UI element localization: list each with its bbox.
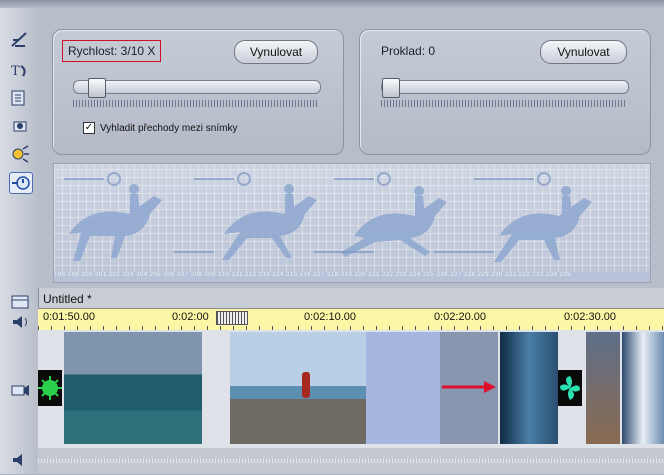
speed-icon[interactable] bbox=[9, 172, 33, 194]
video-track bbox=[38, 330, 664, 448]
ruler-label: 0:02:20.00 bbox=[434, 311, 486, 323]
smooth-transitions-checkbox[interactable]: ✓ Vyhladit přechody mezi snímky bbox=[83, 122, 237, 134]
speed-preview-illustration: 198 199 200 201 202 203 204 205 206 207 … bbox=[53, 163, 651, 283]
audio-track-icon bbox=[9, 450, 31, 470]
transition-clip[interactable] bbox=[38, 370, 62, 406]
frame-number-strip: 198 199 200 201 202 203 204 205 206 207 … bbox=[54, 272, 650, 282]
timeline-view-icon[interactable] bbox=[9, 292, 31, 312]
audio-waveform bbox=[38, 459, 664, 463]
video-tools-icon[interactable] bbox=[9, 30, 31, 50]
effects-icon[interactable] bbox=[9, 144, 31, 164]
speed-slider-ticks bbox=[73, 100, 319, 107]
ruler-label: 0:02:30.00 bbox=[564, 311, 616, 323]
top-strip bbox=[0, 0, 664, 8]
speed-settings-panel: Rychlost: 3/10 X Vynulovat ✓ Vyhladit př… bbox=[52, 29, 344, 155]
title-icon[interactable]: T bbox=[9, 60, 31, 80]
video-track-icon bbox=[9, 380, 31, 400]
ruler-label: 0:01:50.00 bbox=[43, 311, 95, 323]
capture-icon[interactable] bbox=[9, 116, 31, 136]
ruler-label: 0:02:00 bbox=[172, 311, 209, 323]
audio-track[interactable] bbox=[38, 448, 664, 474]
video-clip-train[interactable] bbox=[500, 332, 558, 444]
ruler-label: 0:02:10.00 bbox=[304, 311, 356, 323]
selected-clip-area[interactable] bbox=[366, 332, 440, 444]
speed-reset-button[interactable]: Vynulovat bbox=[234, 40, 318, 64]
time-ruler[interactable]: 0:01:50.00 0:02:00 0:02:10.00 0:02:20.00… bbox=[38, 308, 664, 332]
project-title: Untitled * bbox=[43, 292, 92, 306]
video-clip-rocks[interactable] bbox=[586, 332, 620, 444]
playhead-scrubber[interactable] bbox=[216, 311, 248, 325]
timeline-toolbar bbox=[0, 288, 39, 474]
menu-icon[interactable] bbox=[9, 88, 31, 108]
person-figure bbox=[302, 372, 310, 398]
svg-text:T: T bbox=[11, 64, 20, 79]
overlap-slider[interactable] bbox=[381, 78, 629, 98]
tool-sidebar: T bbox=[0, 8, 39, 288]
speed-slider-thumb[interactable] bbox=[88, 78, 106, 98]
video-clip-beach[interactable] bbox=[230, 332, 366, 444]
overlap-slider-thumb[interactable] bbox=[382, 78, 400, 98]
video-clip-sea[interactable] bbox=[64, 332, 202, 444]
transition-clip[interactable] bbox=[558, 370, 582, 406]
overlap-settings-panel: Proklad: 0 Vynulovat bbox=[359, 29, 651, 155]
arrow-indicator bbox=[442, 381, 496, 393]
smooth-transitions-label: Vyhladit přechody mezi snímky bbox=[100, 122, 238, 134]
video-clip-waves[interactable] bbox=[622, 332, 664, 444]
overlap-slider-ticks bbox=[381, 100, 627, 107]
speed-slider[interactable] bbox=[73, 78, 321, 98]
galloping-horses-image bbox=[64, 172, 592, 262]
volume-icon[interactable] bbox=[9, 312, 31, 332]
speed-label: Rychlost: 3/10 X bbox=[62, 40, 162, 62]
checkbox-box[interactable]: ✓ bbox=[83, 122, 95, 134]
overlap-reset-button[interactable]: Vynulovat bbox=[540, 40, 627, 64]
overlap-label: Proklad: 0 bbox=[381, 44, 436, 58]
speed-tool-panel: Rychlost: 3/10 X Vynulovat ✓ Vyhladit př… bbox=[38, 8, 664, 288]
